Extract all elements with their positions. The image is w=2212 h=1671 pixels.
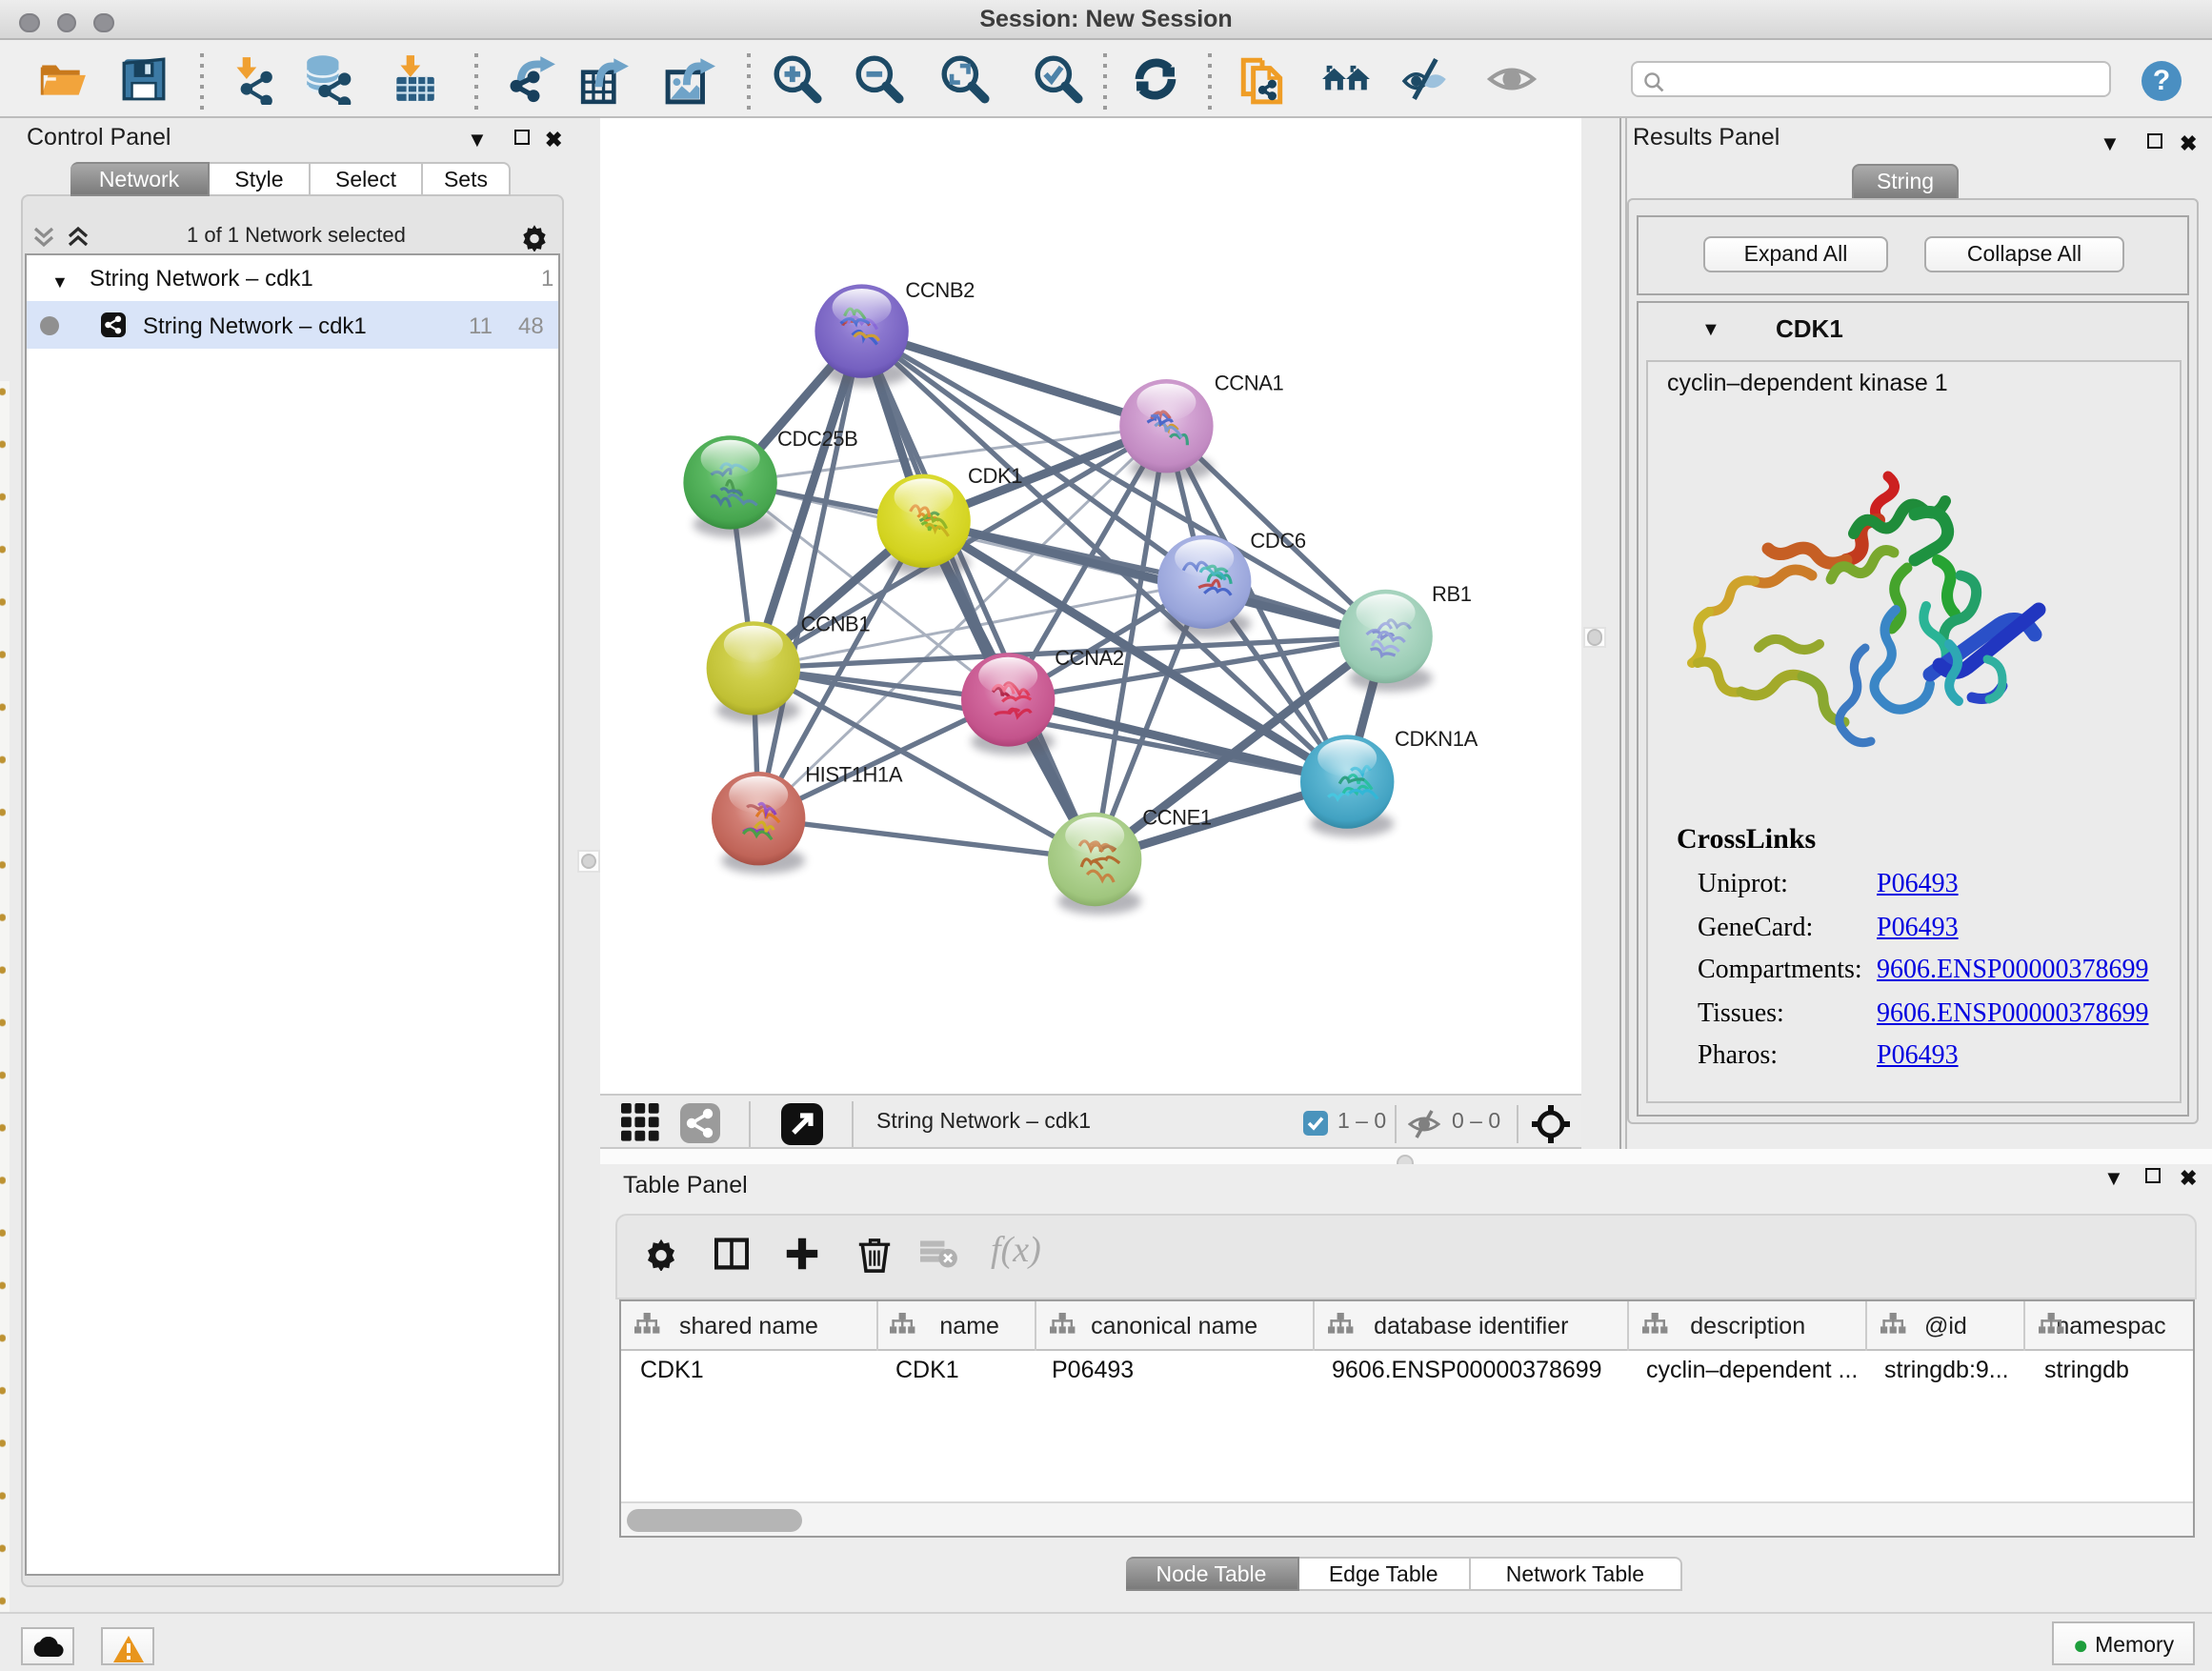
svg-text:CCNB1: CCNB1 <box>801 613 871 636</box>
svg-text:CCNB2: CCNB2 <box>905 278 975 302</box>
svg-text:CCNE1: CCNE1 <box>1142 805 1212 829</box>
svg-text:CDK1: CDK1 <box>968 464 1022 488</box>
svg-text:RB1: RB1 <box>1432 582 1472 606</box>
svg-text:CCNA1: CCNA1 <box>1215 371 1284 394</box>
svg-text:CDC6: CDC6 <box>1250 529 1305 553</box>
svg-text:HIST1H1A: HIST1H1A <box>805 763 903 787</box>
svg-text:CCNA2: CCNA2 <box>1055 646 1124 670</box>
svg-text:CDC25B: CDC25B <box>777 427 857 451</box>
svg-text:CDKN1A: CDKN1A <box>1395 727 1478 751</box>
